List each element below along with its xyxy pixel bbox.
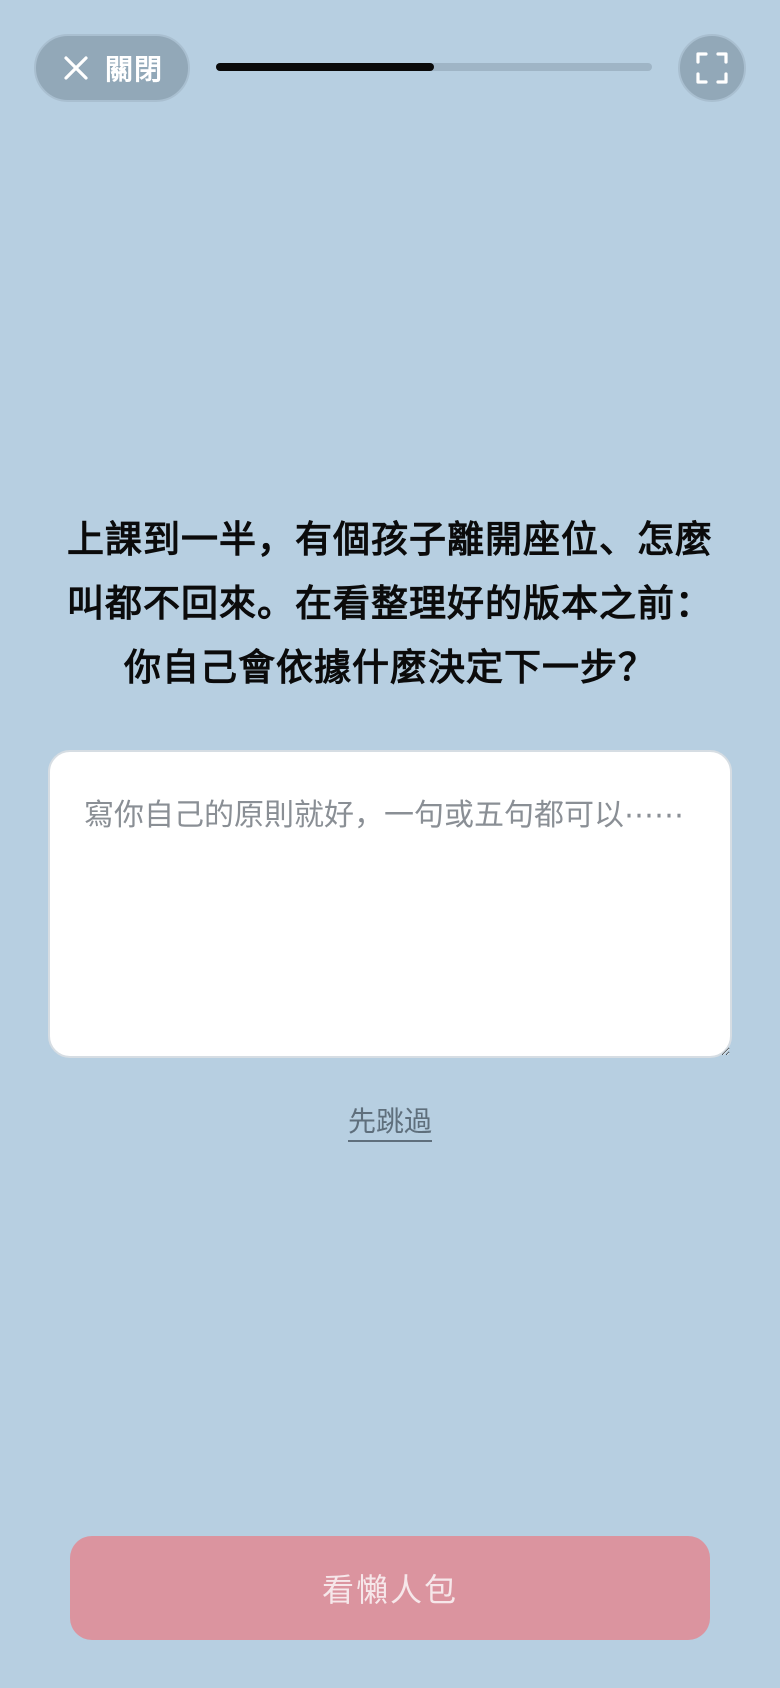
fullscreen-button[interactable] xyxy=(678,34,746,102)
close-icon xyxy=(64,56,88,80)
answer-textarea[interactable] xyxy=(48,750,732,1058)
fullscreen-icon xyxy=(696,52,728,84)
progress-fill xyxy=(216,63,434,71)
question-text: 上課到一半，有個孩子離開座位、怎麼 叫都不回來。在看整理好的版本之前： 你自己會… xyxy=(40,508,740,700)
question-line: 上課到一半，有個孩子離開座位、怎麼 xyxy=(67,518,713,561)
close-button[interactable]: 關閉 xyxy=(34,34,190,102)
view-summary-button[interactable]: 看懶人包 xyxy=(70,1536,710,1640)
progress-bar xyxy=(216,63,652,71)
question-line: 叫都不回來。在看整理好的版本之前： xyxy=(67,582,713,625)
close-button-label: 關閉 xyxy=(104,53,163,86)
question-line: 你自己會依據什麼決定下一步？ xyxy=(124,646,656,689)
skip-link[interactable]: 先跳過 xyxy=(347,1105,432,1142)
skip-container: 先跳過 xyxy=(0,1100,780,1142)
